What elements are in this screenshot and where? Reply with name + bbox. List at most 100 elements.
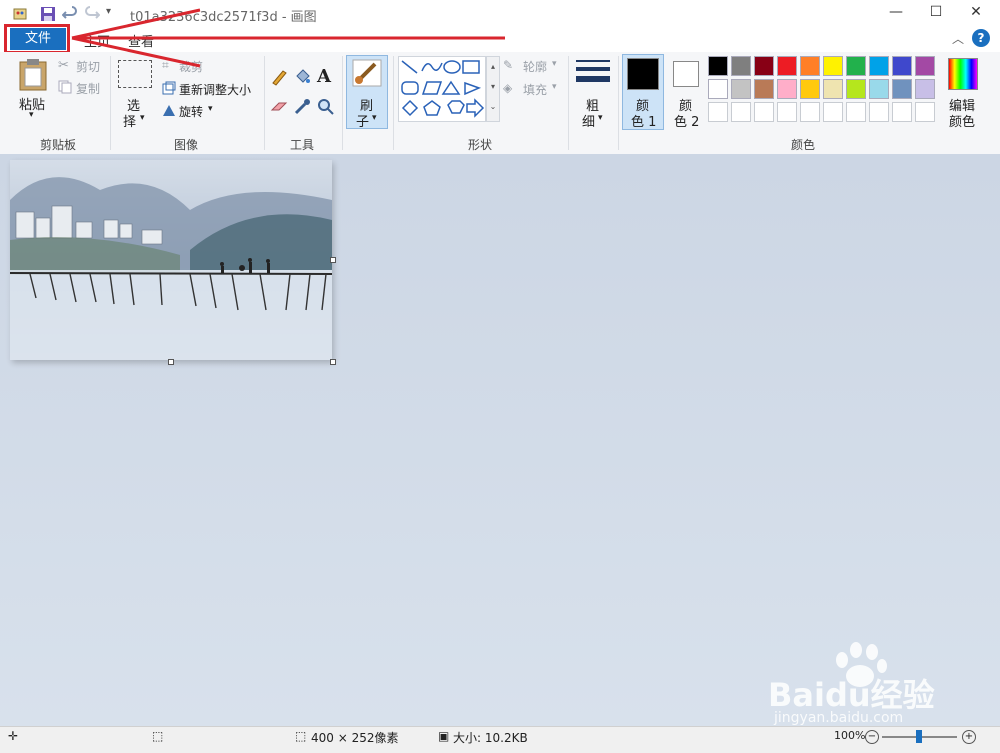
fill-bucket-icon[interactable]: [293, 68, 311, 89]
text-tool-icon[interactable]: A: [317, 66, 331, 87]
minimize-button[interactable]: —: [876, 4, 916, 24]
zoom-level: 100%: [834, 729, 866, 742]
palette-swatch[interactable]: [731, 56, 751, 76]
fill-dropdown-icon[interactable]: ▾: [552, 82, 557, 92]
custom-color-slot[interactable]: [777, 102, 797, 122]
rotate-icon: [162, 103, 176, 120]
pencil-icon[interactable]: [270, 68, 288, 89]
selection-size-icon: ⬚: [152, 729, 164, 743]
crop-icon: ⌗: [162, 58, 169, 72]
separator: [393, 56, 394, 150]
palette-swatch[interactable]: [846, 79, 866, 99]
file-size-icon: ▣: [438, 729, 450, 743]
tab-home[interactable]: 主页: [84, 31, 110, 50]
color2-label-bottom[interactable]: 色 2: [674, 111, 699, 130]
custom-color-slot[interactable]: [869, 102, 889, 122]
palette-swatch[interactable]: [915, 56, 935, 76]
paste-icon[interactable]: [18, 58, 48, 95]
color1-swatch: [627, 58, 659, 90]
select-icon[interactable]: [118, 60, 152, 88]
clipboard-group-label: 剪贴板: [39, 138, 76, 152]
custom-color-slot[interactable]: [754, 102, 774, 122]
palette-swatch[interactable]: [915, 79, 935, 99]
color-picker-icon[interactable]: [293, 98, 311, 119]
cut-button[interactable]: 剪切: [76, 58, 100, 75]
palette-swatch[interactable]: [869, 79, 889, 99]
zoom-slider-thumb[interactable]: [916, 730, 922, 743]
custom-color-slot[interactable]: [892, 102, 912, 122]
canvas-image[interactable]: [10, 160, 332, 360]
custom-color-slot[interactable]: [731, 102, 751, 122]
customize-toolbar-icon[interactable]: ▾: [106, 6, 122, 22]
palette-swatch[interactable]: [823, 79, 843, 99]
separator: [568, 56, 569, 150]
custom-color-slot[interactable]: [823, 102, 843, 122]
resize-button[interactable]: 重新调整大小: [179, 81, 251, 98]
rotate-dropdown-icon[interactable]: ▾: [208, 104, 213, 114]
select-dropdown-icon[interactable]: ▾: [140, 113, 145, 123]
palette-swatch[interactable]: [754, 79, 774, 99]
shapes-group-label: 形状: [467, 138, 492, 152]
select-button-bottom[interactable]: 择: [123, 111, 136, 130]
separator: [110, 56, 111, 150]
cursor-position-icon: ✛: [8, 729, 19, 743]
shapes-gallery[interactable]: [398, 56, 486, 122]
palette-swatch[interactable]: [869, 56, 889, 76]
palette-swatch[interactable]: [754, 56, 774, 76]
palette-swatch[interactable]: [846, 56, 866, 76]
color2-swatch[interactable]: [673, 61, 699, 87]
paint-app-icon[interactable]: [12, 6, 28, 22]
help-icon[interactable]: ?: [972, 29, 990, 47]
palette-swatch[interactable]: [708, 79, 728, 99]
palette-swatch[interactable]: [800, 79, 820, 99]
rotate-button[interactable]: 旋转: [179, 103, 203, 120]
magnifier-icon[interactable]: [317, 98, 335, 119]
eraser-icon[interactable]: [270, 100, 288, 117]
window-title: t01a3236c3dc2571f3d - 画图: [130, 10, 317, 25]
zoom-in-button[interactable]: +: [962, 730, 976, 744]
resize-handle-right[interactable]: [330, 257, 336, 263]
palette-swatch[interactable]: [777, 56, 797, 76]
separator: [264, 56, 265, 150]
custom-color-slot[interactable]: [800, 102, 820, 122]
palette-swatch[interactable]: [823, 56, 843, 76]
tools-group-label: 工具: [289, 138, 314, 152]
tab-view[interactable]: 查看: [128, 31, 154, 50]
palette-swatch[interactable]: [892, 79, 912, 99]
outline-icon: ✎: [503, 58, 514, 72]
color-palette: [708, 56, 942, 126]
shapes-scrollbar[interactable]: ▴ ▾ ⌄: [486, 56, 500, 122]
resize-handle-bottom[interactable]: [168, 359, 174, 365]
brushes-dropdown-icon[interactable]: ▾: [372, 113, 377, 123]
outline-button[interactable]: 轮廓: [523, 58, 547, 75]
size-label-bottom[interactable]: 细: [582, 111, 595, 130]
palette-swatch[interactable]: [800, 56, 820, 76]
fill-icon: ◈: [503, 81, 513, 95]
paste-dropdown-icon[interactable]: ▾: [29, 110, 34, 120]
undo-icon[interactable]: [61, 6, 78, 22]
size-dropdown-icon[interactable]: ▾: [598, 113, 603, 123]
size-icon[interactable]: [575, 58, 611, 91]
palette-swatch[interactable]: [892, 56, 912, 76]
maximize-button[interactable]: ☐: [916, 4, 956, 24]
fill-button[interactable]: 填充: [523, 81, 547, 98]
resize-handle-corner[interactable]: [330, 359, 336, 365]
palette-swatch[interactable]: [708, 56, 728, 76]
save-icon[interactable]: [40, 6, 56, 22]
crop-button[interactable]: 裁剪: [179, 58, 203, 75]
edit-colors-icon[interactable]: [948, 58, 978, 90]
palette-swatch[interactable]: [777, 79, 797, 99]
outline-dropdown-icon[interactable]: ▾: [552, 59, 557, 69]
copy-button[interactable]: 复制: [76, 80, 100, 97]
palette-swatch[interactable]: [731, 79, 751, 99]
custom-color-slot[interactable]: [708, 102, 728, 122]
custom-color-slot[interactable]: [915, 102, 935, 122]
redo-icon[interactable]: [84, 6, 101, 22]
custom-color-slot[interactable]: [846, 102, 866, 122]
close-button[interactable]: ✕: [956, 4, 996, 24]
color1-label-bottom: 色 1: [631, 115, 657, 130]
image-group-label: 图像: [173, 138, 198, 152]
edit-colors-label-bottom[interactable]: 颜色: [949, 111, 975, 130]
zoom-out-button[interactable]: −: [865, 730, 879, 744]
collapse-ribbon-icon[interactable]: ︿: [952, 30, 964, 47]
